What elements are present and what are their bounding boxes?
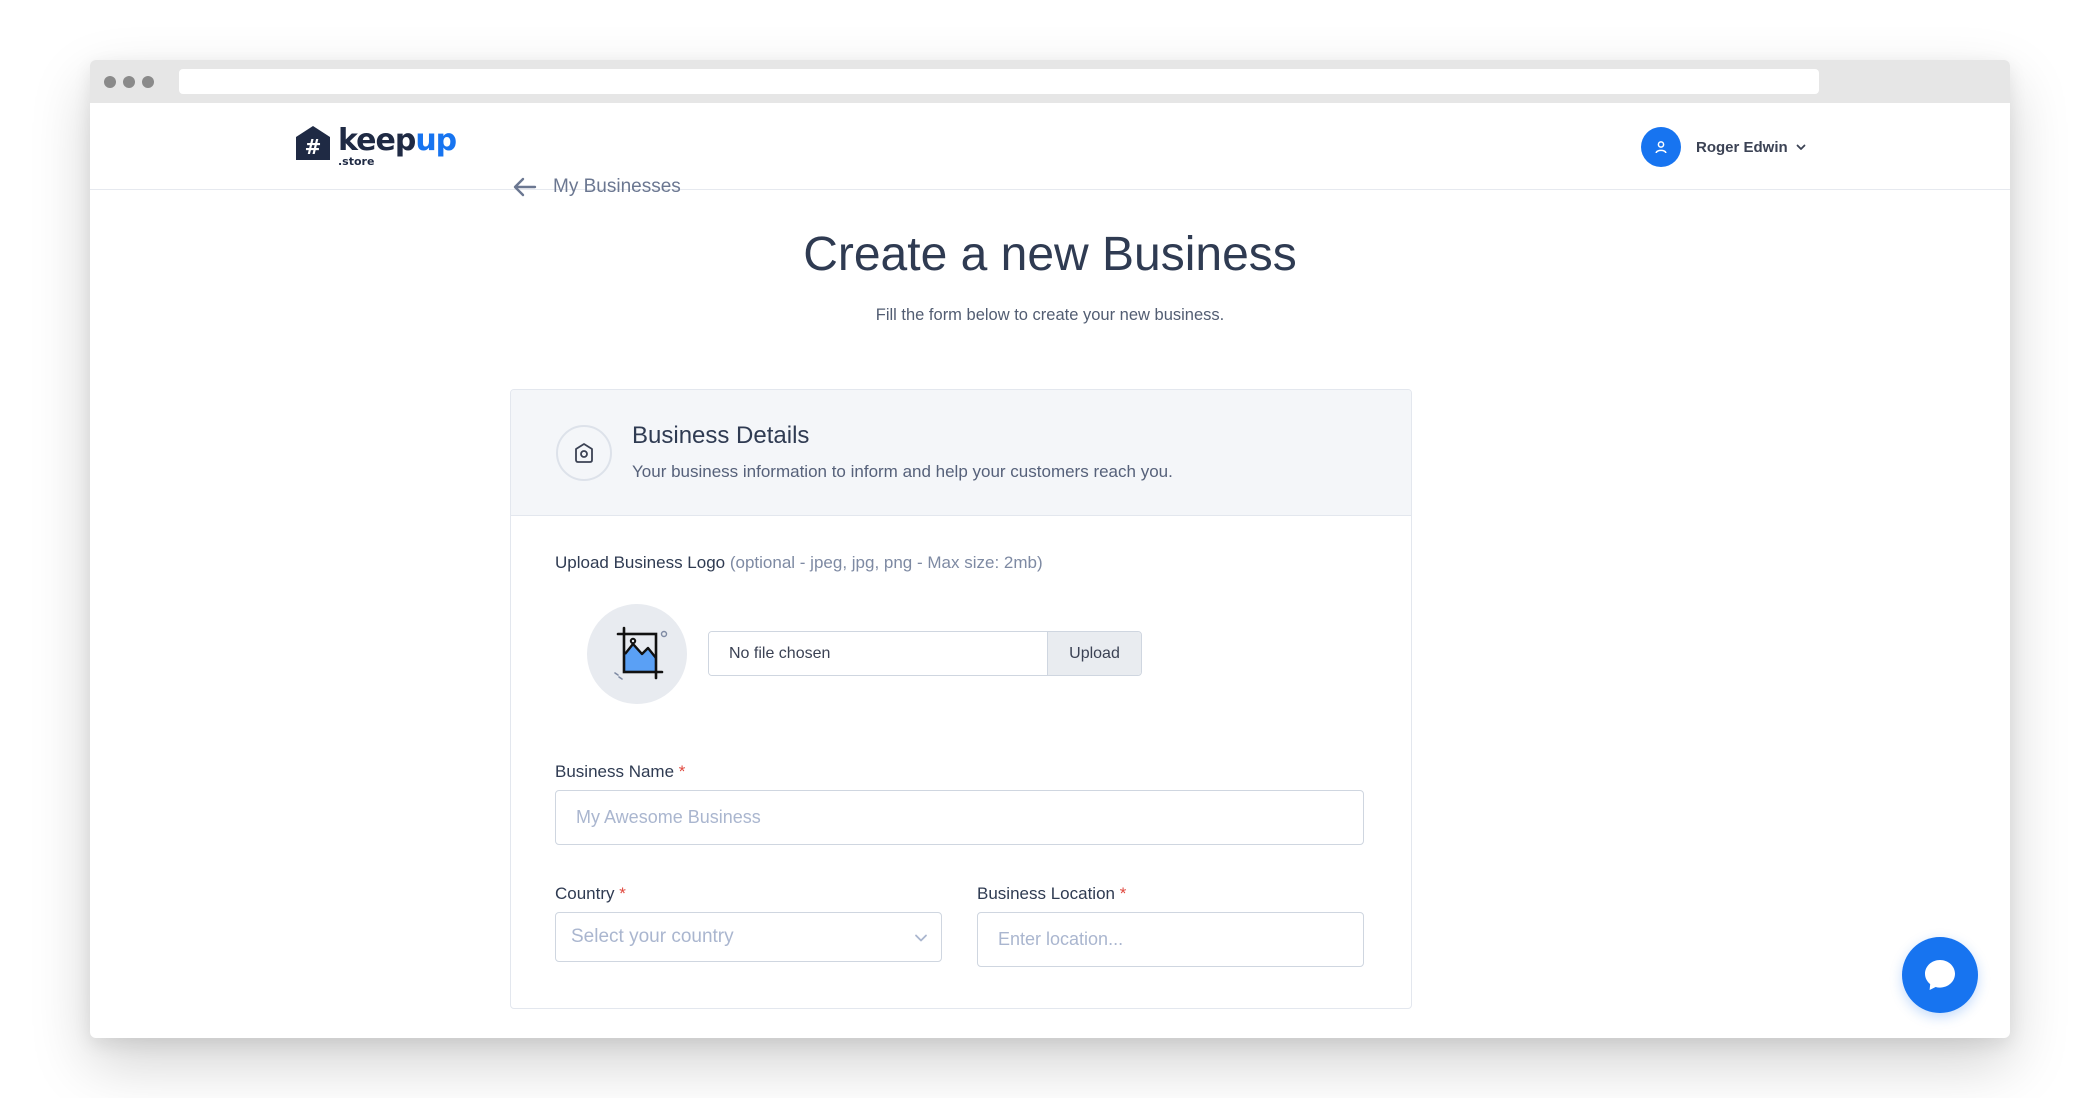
business-name-label: Business Name *	[555, 762, 686, 781]
page-subtitle: Fill the form below to create your new b…	[875, 306, 1225, 324]
required-mark: *	[678, 762, 686, 781]
required-mark: *	[619, 884, 626, 903]
logo-file-input[interactable]: No file chosen Upload	[708, 631, 1142, 676]
upload-button[interactable]: Upload	[1047, 632, 1141, 675]
card-icon-circle	[556, 425, 612, 481]
address-bar[interactable]	[179, 69, 1819, 94]
business-name-input[interactable]: My Awesome Business	[555, 790, 1364, 845]
browser-toolbar	[90, 60, 2010, 103]
business-location-input[interactable]: Enter location...	[977, 912, 1364, 967]
store-icon	[575, 443, 593, 463]
window-dot	[104, 76, 116, 88]
user-icon	[1655, 141, 1667, 154]
required-mark: *	[1119, 884, 1127, 903]
back-link[interactable]: My Businesses	[513, 176, 681, 198]
card-description: Your business information to inform and …	[632, 462, 1173, 481]
file-status[interactable]: No file chosen	[709, 632, 1047, 675]
country-select[interactable]: Select your country	[555, 912, 942, 962]
user-menu[interactable]: Roger Edwin	[1641, 127, 1807, 167]
user-name[interactable]: Roger Edwin	[1696, 139, 1788, 156]
business-details-card: Business Details Your business informati…	[510, 389, 1412, 1009]
country-label: Country *	[555, 884, 626, 903]
chat-widget-button[interactable]	[1902, 937, 1978, 1013]
app-header: # keepup .store Roger Edwin	[90, 103, 2010, 190]
logo-subtext: .store	[338, 155, 375, 168]
logo-upload-label: Upload Business Logo (optional - jpeg, j…	[555, 553, 1043, 572]
country-select-placeholder: Select your country	[571, 926, 734, 947]
logo-preview	[587, 604, 687, 704]
image-crop-icon	[614, 626, 668, 680]
window-dot	[123, 76, 135, 88]
business-location-label: Business Location *	[977, 884, 1127, 903]
chevron-down-icon	[915, 934, 927, 942]
back-link-label[interactable]: My Businesses	[553, 176, 681, 198]
chevron-down-icon[interactable]	[1795, 141, 1807, 153]
keepup-logo[interactable]: # keepup .store	[295, 123, 457, 169]
card-title: Business Details	[632, 422, 810, 449]
chat-bubble-icon	[1925, 960, 1955, 990]
logo-wordmark: keepup	[338, 123, 457, 158]
page-title: Create a new Business	[803, 228, 1297, 281]
arrow-left-icon[interactable]	[513, 177, 537, 197]
logo-house-icon: #	[296, 126, 330, 160]
avatar[interactable]	[1641, 127, 1681, 167]
svg-text:#: #	[305, 135, 322, 159]
card-header: Business Details Your business informati…	[511, 390, 1411, 516]
window-dot	[142, 76, 154, 88]
logo-upload-hint: (optional - jpeg, jpg, png - Max size: 2…	[729, 553, 1043, 572]
